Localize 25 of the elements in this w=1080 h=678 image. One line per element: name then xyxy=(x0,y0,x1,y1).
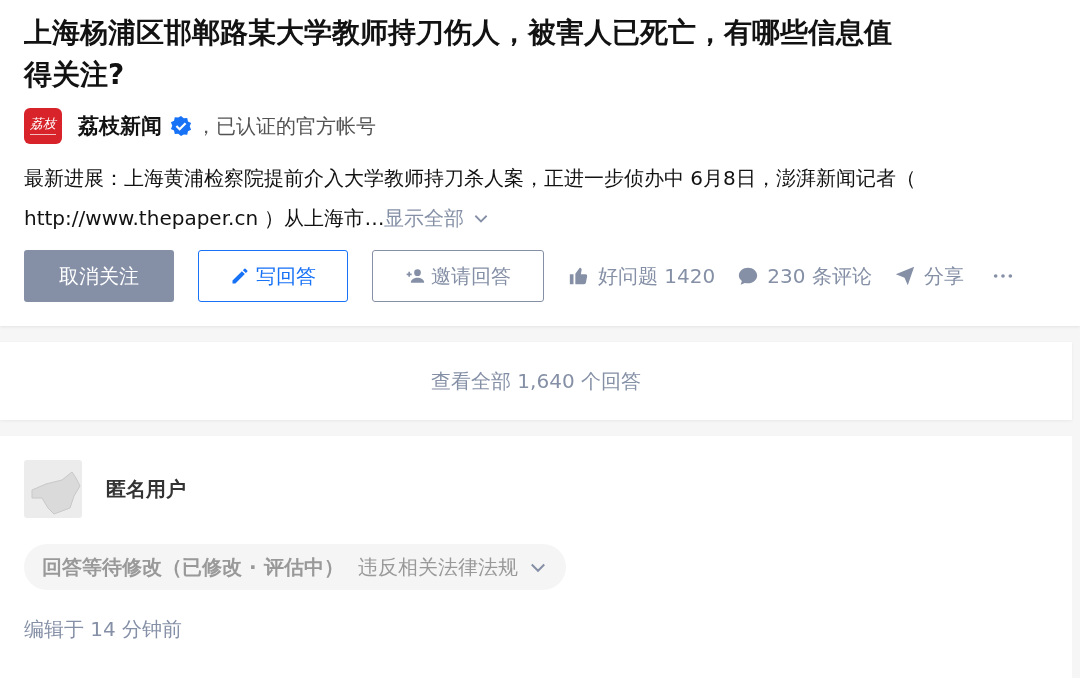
invite-button[interactable]: 邀请回答 xyxy=(372,250,544,302)
share-button[interactable]: 分享 xyxy=(893,262,964,290)
write-answer-button[interactable]: 写回答 xyxy=(198,250,348,302)
view-all-answers-link[interactable]: 查看全部 1,640 个回答 xyxy=(431,367,641,395)
author-note: ，已认证的官方帐号 xyxy=(196,112,376,140)
expand-link[interactable]: 显示全部 xyxy=(384,198,465,238)
description-text: http://www.thepaper.cn ）从上海市… xyxy=(24,205,385,232)
add-person-icon xyxy=(405,266,425,286)
question-title: 上海杨浦区邯郸路某大学教师持刀伤人，被害人已死亡，有哪些信息值得关注? xyxy=(24,15,893,93)
thumbs-up-icon xyxy=(568,265,590,287)
good-question-button[interactable]: 好问题 1420 xyxy=(568,262,716,290)
status-text: 回答等待修改（已修改 · 评估中） xyxy=(42,553,344,581)
comment-icon xyxy=(737,265,760,287)
author-name[interactable]: 荔枝新闻 xyxy=(78,112,162,140)
avatar-icon xyxy=(24,460,82,518)
edited-time: 编辑于 14 分钟前 xyxy=(24,616,184,643)
more-icon[interactable] xyxy=(991,272,1014,280)
logo[interactable]: 荔枝 xyxy=(24,108,62,144)
user-name[interactable]: 匿名用户 xyxy=(106,475,186,503)
status-reason: 违反相关法律法规 xyxy=(357,553,518,581)
pencil-icon xyxy=(230,266,250,286)
comments-button[interactable]: 230 条评论 xyxy=(737,262,872,290)
status-pill[interactable]: 回答等待修改（已修改 · 评估中） 违反相关法律法规 xyxy=(24,544,566,590)
unfollow-button[interactable]: 取消关注 xyxy=(24,250,174,302)
description-text: 最新进展：上海黄浦检察院提前介入大学教师持刀杀人案，正进一步侦办中 6月8日，澎湃新闻记者（ xyxy=(24,165,916,192)
